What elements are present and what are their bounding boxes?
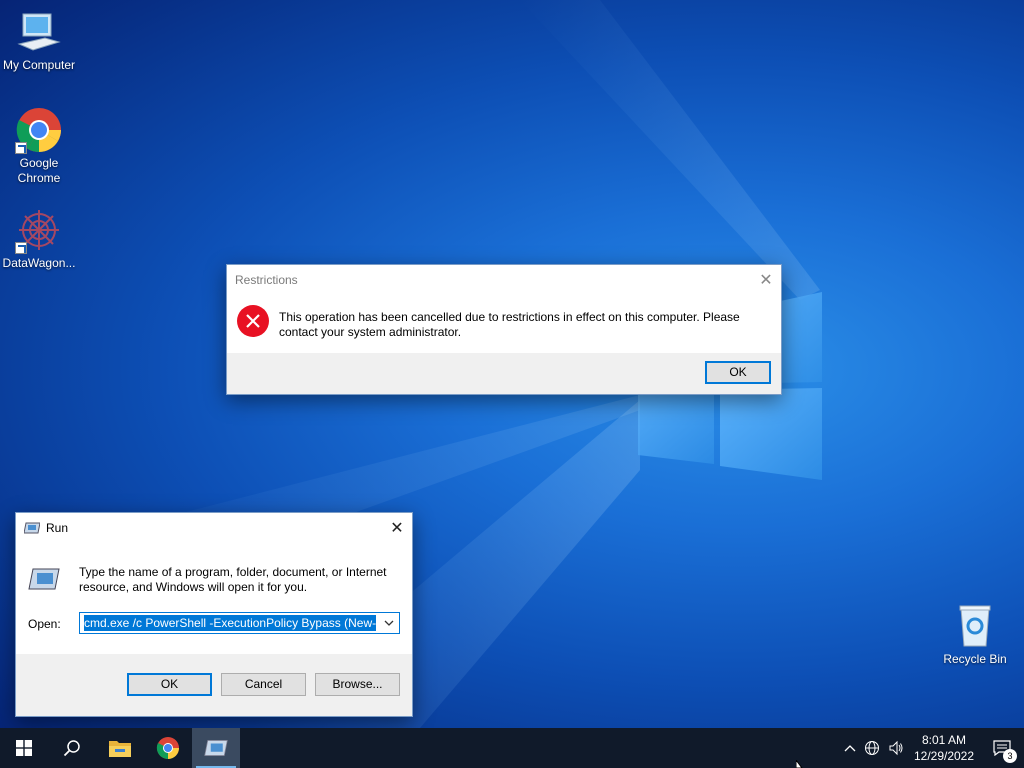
cancel-button[interactable]: Cancel xyxy=(221,673,306,696)
desktop-icon-label: DataWagon... xyxy=(2,256,76,270)
mouse-cursor xyxy=(796,760,803,768)
open-combobox[interactable]: cmd.exe /c PowerShell -ExecutionPolicy B… xyxy=(79,612,400,634)
run-dialog: Run ✕ Type the name of a program, folder… xyxy=(15,512,413,717)
shortcut-arrow-icon xyxy=(15,142,27,154)
dialog-title: Restrictions xyxy=(235,273,298,287)
desktop-icon-label: My Computer xyxy=(2,58,76,72)
run-icon xyxy=(28,567,60,591)
restrictions-dialog: Restrictions ✕ This operation has been c… xyxy=(226,264,782,395)
desktop-icon-label: Recycle Bin xyxy=(943,652,1007,666)
chrome-icon xyxy=(15,106,63,154)
clock[interactable]: 8:01 AM 12/29/2022 xyxy=(908,732,980,764)
chrome-icon xyxy=(156,737,179,759)
datawagon-icon xyxy=(15,206,63,254)
desktop-icon-recycle-bin[interactable]: Recycle Bin xyxy=(936,602,1014,667)
close-icon[interactable]: ✕ xyxy=(382,513,412,543)
run-app-icon xyxy=(23,522,41,534)
search-button[interactable] xyxy=(48,728,96,768)
close-icon[interactable]: ✕ xyxy=(751,265,781,295)
start-button[interactable] xyxy=(0,728,48,768)
desktop-icon-my-computer[interactable]: My Computer xyxy=(0,8,78,73)
action-center-button[interactable]: 3 xyxy=(980,728,1024,768)
desktop-icon-label: Google Chrome xyxy=(17,156,61,185)
taskbar: 8:01 AM 12/29/2022 3 xyxy=(0,728,1024,768)
dialog-body: This operation has been cancelled due to… xyxy=(227,295,781,355)
system-tray: 8:01 AM 12/29/2022 3 xyxy=(840,728,1024,768)
recycle-bin-icon xyxy=(951,602,999,650)
notification-badge: 3 xyxy=(1003,749,1017,763)
desktop-icon-datawagon[interactable]: DataWagon... xyxy=(0,206,78,271)
chevron-down-icon[interactable] xyxy=(379,613,399,633)
search-icon xyxy=(63,740,80,757)
desktop-icon-google-chrome[interactable]: Google Chrome xyxy=(0,106,78,186)
dialog-footer: OK xyxy=(227,353,781,394)
run-description: Type the name of a program, folder, docu… xyxy=(79,565,387,594)
run-icon xyxy=(204,740,228,756)
taskbar-file-explorer[interactable] xyxy=(96,728,144,768)
taskbar-chrome[interactable] xyxy=(144,728,192,768)
volume-icon[interactable] xyxy=(884,740,908,756)
dialog-message: This operation has been cancelled due to… xyxy=(279,310,740,339)
shortcut-arrow-icon xyxy=(15,242,27,254)
dialog-title: Run xyxy=(46,521,69,535)
ok-button[interactable]: OK xyxy=(127,673,212,696)
clock-date: 12/29/2022 xyxy=(913,749,975,763)
error-icon xyxy=(237,305,269,337)
computer-icon xyxy=(15,8,63,56)
taskbar-run[interactable] xyxy=(192,728,240,768)
ok-button[interactable]: OK xyxy=(705,361,771,384)
restrictions-titlebar[interactable]: Restrictions ✕ xyxy=(227,265,781,295)
run-titlebar[interactable]: Run ✕ xyxy=(16,513,412,543)
network-icon[interactable] xyxy=(860,740,884,756)
file-explorer-icon xyxy=(109,741,131,757)
chevron-up-icon[interactable] xyxy=(840,744,860,752)
browse-button[interactable]: Browse... xyxy=(315,673,400,696)
open-label: Open: xyxy=(28,617,61,631)
start-icon xyxy=(16,740,32,756)
clock-time: 8:01 AM xyxy=(921,733,967,747)
open-input[interactable]: cmd.exe /c PowerShell -ExecutionPolicy B… xyxy=(84,615,376,631)
run-footer: OK Cancel Browse... xyxy=(16,654,412,716)
